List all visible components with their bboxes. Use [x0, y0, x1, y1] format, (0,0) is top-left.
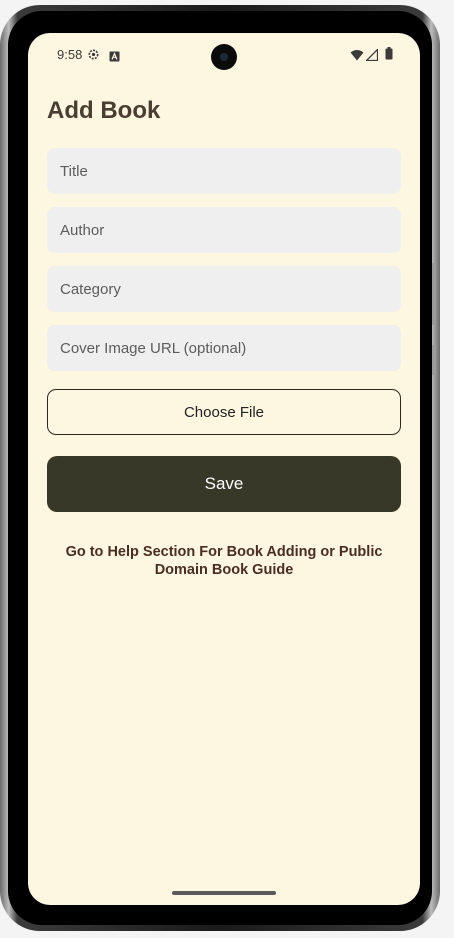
- battery-icon: [385, 47, 393, 65]
- phone-frame: 9:58 Add Book Title Author Category Cove…: [0, 5, 440, 931]
- category-field[interactable]: [47, 266, 401, 312]
- status-bar: 9:58: [28, 33, 420, 77]
- front-camera: [211, 44, 237, 70]
- title-input[interactable]: [60, 162, 401, 180]
- title-field[interactable]: [47, 148, 401, 194]
- category-input[interactable]: [60, 280, 401, 298]
- status-time: 9:58: [57, 47, 83, 62]
- choose-file-button[interactable]: Choose File: [47, 389, 401, 435]
- wifi-icon: [350, 48, 364, 66]
- author-input[interactable]: [60, 221, 401, 239]
- cellular-signal-icon: [364, 47, 379, 66]
- author-field[interactable]: [47, 207, 401, 253]
- home-indicator[interactable]: [172, 891, 276, 895]
- save-button[interactable]: Save: [47, 456, 401, 512]
- help-section-link[interactable]: Go to Help Section For Book Adding or Pu…: [58, 543, 390, 579]
- cover-url-input[interactable]: [60, 339, 401, 357]
- cover-url-field[interactable]: [47, 325, 401, 371]
- page-title: Add Book: [47, 97, 161, 124]
- settings-icon: [87, 48, 100, 66]
- app-screen: 9:58 Add Book Title Author Category Cove…: [28, 33, 420, 905]
- keyboard-a-icon: [109, 49, 120, 67]
